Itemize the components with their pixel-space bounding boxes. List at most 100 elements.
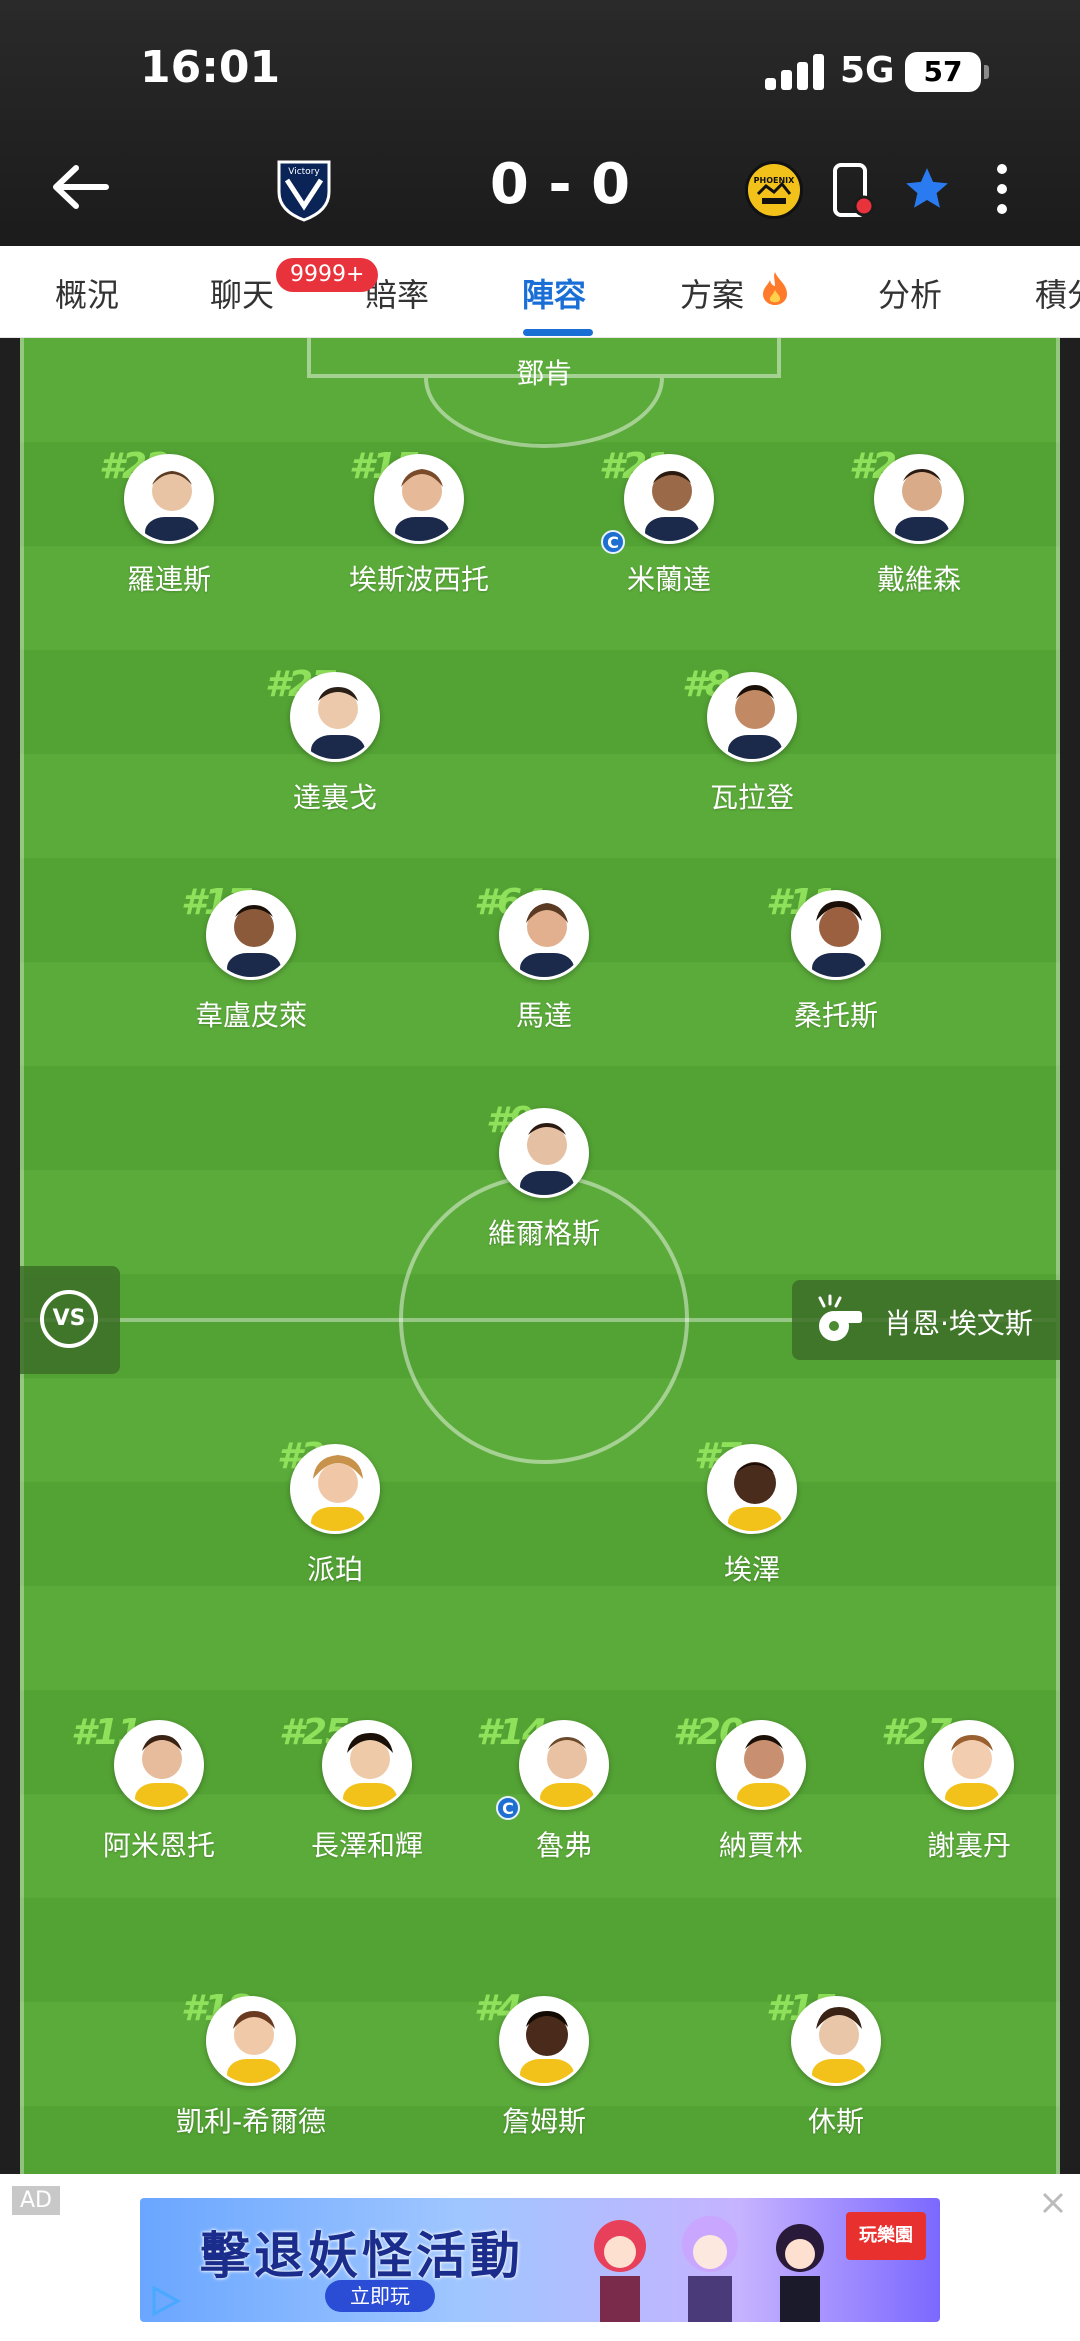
player-card[interactable]: #11 桑托斯 [726,882,946,1034]
top-bar: 16:01 5G 57 Victory 0 - 0 PHOENIX [0,0,1080,246]
captain-badge: C [601,530,625,554]
home-team-logo[interactable]: Victory [275,158,333,222]
player-avatar [206,1996,296,2086]
away-team-logo[interactable]: PHOENIX [745,161,803,219]
player-name: 長澤和輝 [310,1829,423,1862]
player-name: 埃澤 [723,1553,780,1586]
player-card[interactable]: #3 派珀 [225,1436,445,1588]
player-name: 阿米恩托 [102,1829,215,1862]
player-card[interactable]: #8 瓦拉登 [642,664,862,816]
ad-label: AD [12,2186,60,2215]
whistle-icon [810,1294,866,1346]
player-card[interactable]: #22 羅連斯 [59,446,279,598]
captain-badge: C [496,1796,520,1820]
network-type: 5G [840,50,895,91]
player-name: 米蘭達 [626,563,711,596]
player-avatar [124,454,214,544]
fire-icon [760,270,790,306]
player-card[interactable]: #17 韋盧皮萊 [141,882,361,1034]
goalkeeper-name[interactable]: 鄧肯 [444,352,644,392]
player-name: 謝裏丹 [926,1829,1011,1862]
battery-icon: 57 [905,52,989,92]
player-card[interactable]: #27 謝裏丹 [859,1712,1056,1864]
match-score: 0 - 0 [489,152,631,217]
ad-play-button[interactable]: 立即玩 [325,2280,435,2312]
player-avatar [707,672,797,762]
svg-text:PHOENIX: PHOENIX [754,176,795,185]
tab-lineup[interactable]: 陣容 [522,270,586,316]
player-card[interactable]: #4 詹姆斯 [434,1988,654,2140]
player-card[interactable]: #64 馬達 [434,882,654,1034]
ad-title: 擊退妖怪活動 [200,2227,524,2285]
player-name: 瓦拉登 [709,781,794,814]
player-name: 魯弗 [535,1829,592,1862]
player-name: 韋盧皮萊 [194,999,307,1032]
player-avatar [924,1720,1014,1810]
player-name: 桑托斯 [793,999,878,1032]
player-avatar [624,454,714,544]
player-name: 埃斯波西托 [348,563,489,596]
player-avatar [716,1720,806,1810]
player-card[interactable]: #18 凱利-希爾德 [141,1988,361,2140]
player-card[interactable]: #20 納賈林 [651,1712,871,1864]
player-card[interactable]: #15 埃斯波西托 [309,446,529,598]
vs-icon: VS [40,1290,98,1348]
tab-analysis[interactable]: 分析 [878,270,942,316]
player-name: 派珀 [306,1553,363,1586]
back-arrow-icon[interactable] [50,162,110,212]
tab-chat[interactable]: 聊天 [210,270,274,316]
player-name: 維爾格斯 [487,1217,600,1250]
player-name: 詹姆斯 [501,2105,586,2138]
vs-toggle-button[interactable]: VS [20,1266,120,1374]
player-name: 馬達 [515,999,572,1032]
player-avatar [322,1720,412,1810]
player-card[interactable]: #9 維爾格斯 [434,1100,654,1252]
player-name: 凱利-希爾德 [175,2105,327,2138]
status-time: 16:01 [140,42,281,93]
favorite-star-icon[interactable] [902,164,952,214]
player-card[interactable]: #14 魯弗 C [454,1712,674,1864]
player-card[interactable]: #11 阿米恩托 [49,1712,269,1864]
player-card[interactable]: #7 埃澤 [642,1436,862,1588]
ad-character-art [570,2206,850,2322]
player-card[interactable]: #21 米蘭達 C [559,446,779,598]
player-avatar [499,890,589,980]
referee-name: 肖恩·埃文斯 [884,1307,1033,1340]
player-avatar [519,1720,609,1810]
phone-alert-icon[interactable] [832,162,875,218]
player-name: 休斯 [807,2105,864,2138]
signal-icon [765,54,825,90]
svg-text:Victory: Victory [288,167,320,177]
close-icon[interactable] [1038,2188,1068,2218]
ad-bar: AD 擊退妖怪活動 立即玩 玩樂園 [0,2174,1080,2341]
player-avatar [114,1720,204,1810]
tab-bar: 概況 聊天 賠率 陣容 方案 分析 積分 [0,246,1080,338]
player-avatar [791,1996,881,2086]
player-card[interactable]: #15 休斯 [726,1988,946,2140]
tab-standings[interactable]: 積分 [1035,270,1080,316]
player-avatar [499,1996,589,2086]
player-avatar [206,890,296,980]
player-avatar [290,1444,380,1534]
active-tab-indicator [523,329,593,336]
player-avatar [791,890,881,980]
player-avatar [499,1108,589,1198]
player-card[interactable]: #25 長澤和輝 [257,1712,477,1864]
player-name: 羅連斯 [126,563,211,596]
player-avatar [290,672,380,762]
player-avatar [874,454,964,544]
player-name: 達裏戈 [292,781,377,814]
lineup-pitch: 鄧肯 #22 羅連斯 #15 埃斯波西托 #21 米蘭達 C #2 戴維森 #2… [20,338,1060,2174]
more-menu-icon[interactable] [992,164,1012,216]
ad-brand-badge: 玩樂園 [846,2212,926,2260]
player-card[interactable]: #2 戴維森 [809,446,1029,598]
tab-overview[interactable]: 概況 [55,270,119,316]
referee-info[interactable]: 肖恩·埃文斯 [792,1280,1060,1360]
tab-plans[interactable]: 方案 [680,270,744,316]
player-name: 戴維森 [876,563,961,596]
player-avatar [707,1444,797,1534]
player-name: 納賈林 [718,1829,803,1862]
ad-play-icon [148,2284,182,2318]
ad-banner[interactable]: 擊退妖怪活動 立即玩 玩樂園 [140,2198,940,2322]
player-card[interactable]: #27 達裏戈 [225,664,445,816]
